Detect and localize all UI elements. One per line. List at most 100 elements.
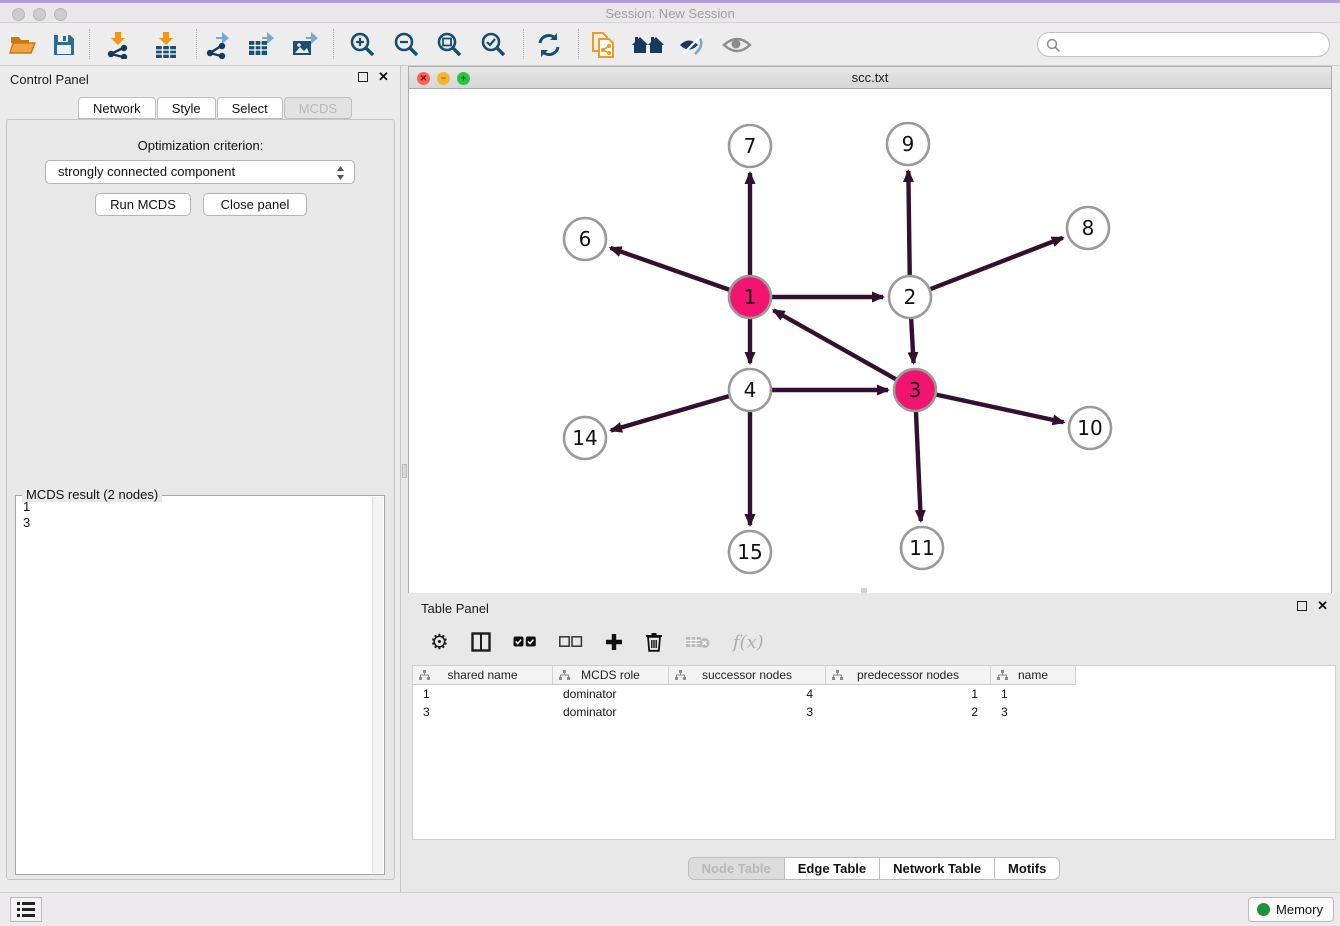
refresh-icon[interactable] xyxy=(532,29,566,61)
network-window-title: scc.txt xyxy=(409,70,1331,85)
node-label-1: 1 xyxy=(744,285,757,309)
memory-status-icon xyxy=(1257,903,1270,916)
table-row[interactable]: 1dominator411 xyxy=(413,686,1076,702)
table-cell[interactable]: dominator xyxy=(553,704,669,720)
zoom-out-icon[interactable] xyxy=(389,29,423,61)
open-session-icon[interactable] xyxy=(6,29,40,61)
mcds-result-box: MCDS result (2 nodes) 1 3 xyxy=(15,495,385,875)
run-mcds-button[interactable]: Run MCDS xyxy=(95,193,191,216)
tab-motifs[interactable]: Motifs xyxy=(995,857,1060,880)
tab-network[interactable]: Network xyxy=(78,97,156,119)
node-label-15: 15 xyxy=(737,540,762,564)
column-header-successor-nodes[interactable]: successor nodes xyxy=(669,666,826,684)
table-panel-title: Table Panel xyxy=(421,601,489,616)
table-cell[interactable]: 4 xyxy=(669,686,826,702)
float-panel-icon[interactable] xyxy=(358,72,368,82)
add-column-icon[interactable] xyxy=(605,628,623,656)
table-cell[interactable]: 3 xyxy=(991,704,1076,720)
list-icon xyxy=(17,902,35,917)
network-view[interactable]: 1234678910111415 xyxy=(408,89,1332,593)
tab-mcds[interactable]: MCDS xyxy=(284,97,352,119)
node-label-8: 8 xyxy=(1082,216,1095,240)
mcds-panel: Optimization criterion: strongly connect… xyxy=(6,119,395,880)
table-cell[interactable]: 3 xyxy=(669,704,826,720)
panel-splitter[interactable] xyxy=(400,66,408,892)
import-network-icon[interactable] xyxy=(101,29,135,61)
table-cell[interactable]: 1 xyxy=(413,686,553,702)
optimization-criterion-label: Optimization criterion: xyxy=(7,138,394,153)
table-toolbar: ⚙ f(x) xyxy=(416,623,1332,661)
zoom-fit-icon[interactable] xyxy=(432,29,466,61)
home-icon[interactable] xyxy=(631,29,665,61)
network-file-icon[interactable] xyxy=(587,29,621,61)
main-toolbar xyxy=(0,23,1340,66)
export-network-icon[interactable] xyxy=(201,29,235,61)
memory-button[interactable]: Memory xyxy=(1248,897,1334,922)
edge-3-10[interactable] xyxy=(915,390,1064,422)
zoom-in-icon[interactable] xyxy=(345,29,379,61)
node-label-6: 6 xyxy=(579,227,592,251)
optimization-criterion-select[interactable]: strongly connected component xyxy=(45,160,355,184)
float-table-panel-icon[interactable] xyxy=(1297,601,1307,611)
control-panel-header: Control Panel ✕ xyxy=(0,66,400,96)
chevron-up-down-icon xyxy=(335,164,346,189)
visibility-on-icon[interactable] xyxy=(720,29,754,61)
node-label-2: 2 xyxy=(904,285,917,309)
export-image-icon[interactable] xyxy=(288,29,322,61)
zoom-selected-icon[interactable] xyxy=(476,29,510,61)
status-bar: Memory xyxy=(0,892,1340,926)
mcds-result-scrollbar[interactable] xyxy=(372,497,383,873)
close-panel-icon[interactable]: ✕ xyxy=(378,72,389,82)
column-header-shared-name[interactable]: shared name xyxy=(413,666,553,684)
save-session-icon[interactable] xyxy=(47,29,81,61)
edge-2-8[interactable] xyxy=(910,238,1063,297)
table-cell[interactable]: 2 xyxy=(826,704,991,720)
table-cell[interactable]: dominator xyxy=(553,686,669,702)
tab-network-table[interactable]: Network Table xyxy=(880,857,995,880)
search-box xyxy=(1037,32,1330,57)
export-table-icon[interactable] xyxy=(244,29,278,61)
split-view-icon[interactable] xyxy=(471,628,491,656)
table-body: 1dominator4113dominator323 xyxy=(413,685,1335,721)
table-cell[interactable]: 1 xyxy=(826,686,991,702)
visibility-off-icon[interactable] xyxy=(675,29,709,61)
tab-node-table[interactable]: Node Table xyxy=(688,857,785,880)
import-table-icon[interactable] xyxy=(149,29,183,61)
session-title: Session: New Session xyxy=(0,6,1340,21)
task-history-button[interactable] xyxy=(10,897,42,922)
network-window-titlebar[interactable]: ✕ − + scc.txt xyxy=(408,66,1332,89)
node-label-11: 11 xyxy=(909,536,934,560)
node-label-7: 7 xyxy=(744,134,757,158)
tab-select[interactable]: Select xyxy=(217,97,283,119)
tab-style[interactable]: Style xyxy=(157,97,216,119)
delete-column-icon[interactable] xyxy=(645,628,663,656)
table-cell[interactable]: 1 xyxy=(991,686,1076,702)
application-window: Session: New Session xyxy=(0,0,1340,926)
memory-label: Memory xyxy=(1276,902,1323,917)
control-panel-title: Control Panel xyxy=(10,72,89,87)
column-header-predecessor-nodes[interactable]: predecessor nodes xyxy=(826,666,991,684)
search-input[interactable] xyxy=(1064,35,1319,54)
dropdown-value: strongly connected component xyxy=(58,164,235,179)
node-label-10: 10 xyxy=(1077,416,1102,440)
column-header-name[interactable]: name xyxy=(991,666,1076,684)
close-table-panel-icon[interactable]: ✕ xyxy=(1317,601,1328,611)
node-table: shared nameMCDS rolesuccessor nodesprede… xyxy=(412,665,1336,840)
network-graph[interactable]: 1234678910111415 xyxy=(409,89,1331,593)
close-panel-button[interactable]: Close panel xyxy=(203,193,307,216)
column-header-MCDS-role[interactable]: MCDS role xyxy=(553,666,669,684)
node-label-9: 9 xyxy=(902,132,915,156)
select-all-icon[interactable] xyxy=(513,628,537,656)
mcds-result-text[interactable]: 1 3 xyxy=(18,499,371,872)
delete-table-icon xyxy=(685,628,711,656)
table-row[interactable]: 3dominator323 xyxy=(413,704,1076,720)
control-panel-tabs: Network Style Select MCDS xyxy=(78,97,353,119)
splitter-grip[interactable] xyxy=(402,464,407,478)
tab-edge-table[interactable]: Edge Table xyxy=(785,857,880,880)
search-icon xyxy=(1046,38,1061,53)
edge-3-1[interactable] xyxy=(774,310,915,390)
table-cell[interactable]: 3 xyxy=(413,704,553,720)
column-settings-icon[interactable]: ⚙ xyxy=(430,628,449,656)
deselect-all-icon[interactable] xyxy=(559,628,583,656)
node-label-3: 3 xyxy=(909,378,922,402)
